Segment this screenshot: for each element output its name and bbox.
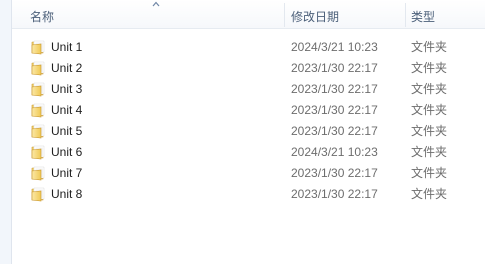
folder-row[interactable]: Unit 2 2023/1/30 22:17 文件夹 <box>12 58 485 79</box>
column-header-bar: 名称 修改日期 类型 <box>12 0 485 29</box>
sort-ascending-icon <box>152 1 160 7</box>
column-header-type[interactable]: 类型 <box>405 0 485 28</box>
folder-name: Unit 7 <box>51 166 83 180</box>
folder-name: Unit 3 <box>51 82 83 96</box>
folder-row[interactable]: Unit 8 2023/1/30 22:17 文件夹 <box>12 184 485 205</box>
folder-icon <box>31 124 45 139</box>
folder-name: Unit 5 <box>51 124 83 138</box>
column-header-name[interactable]: 名称 <box>12 0 284 28</box>
folder-icon <box>31 40 45 55</box>
item-type: 文件夹 <box>411 61 448 75</box>
item-type: 文件夹 <box>411 103 448 117</box>
folder-name: Unit 2 <box>51 61 83 75</box>
item-type: 文件夹 <box>411 40 448 54</box>
folder-icon <box>31 166 45 181</box>
folder-row[interactable]: Unit 1 2024/3/21 10:23 文件夹 <box>12 37 485 58</box>
folder-name: Unit 1 <box>51 40 83 54</box>
column-header-date[interactable]: 修改日期 <box>284 0 405 28</box>
folder-icon <box>31 145 45 160</box>
file-list-view: 名称 修改日期 类型 Unit 1 2024/3/21 10:23 文件夹 Un… <box>0 0 485 264</box>
folder-row[interactable]: Unit 7 2023/1/30 22:17 文件夹 <box>12 163 485 184</box>
modified-date: 2023/1/30 22:17 <box>291 187 378 201</box>
file-list: Unit 1 2024/3/21 10:23 文件夹 Unit 2 2023/1… <box>12 37 485 205</box>
navigation-pane-edge <box>0 0 12 264</box>
folder-icon <box>31 61 45 76</box>
folder-row[interactable]: Unit 5 2023/1/30 22:17 文件夹 <box>12 121 485 142</box>
item-type: 文件夹 <box>411 124 448 138</box>
modified-date: 2023/1/30 22:17 <box>291 124 378 138</box>
item-type: 文件夹 <box>411 145 448 159</box>
modified-date: 2023/1/30 22:17 <box>291 82 378 96</box>
modified-date: 2024/3/21 10:23 <box>291 145 378 159</box>
modified-date: 2023/1/30 22:17 <box>291 103 378 117</box>
folder-icon <box>31 187 45 202</box>
item-type: 文件夹 <box>411 187 448 201</box>
folder-row[interactable]: Unit 6 2024/3/21 10:23 文件夹 <box>12 142 485 163</box>
folder-icon <box>31 82 45 97</box>
folder-name: Unit 6 <box>51 145 83 159</box>
item-type: 文件夹 <box>411 82 448 96</box>
folder-name: Unit 4 <box>51 103 83 117</box>
modified-date: 2023/1/30 22:17 <box>291 166 378 180</box>
item-type: 文件夹 <box>411 166 448 180</box>
folder-row[interactable]: Unit 3 2023/1/30 22:17 文件夹 <box>12 79 485 100</box>
modified-date: 2024/3/21 10:23 <box>291 40 378 54</box>
folder-row[interactable]: Unit 4 2023/1/30 22:17 文件夹 <box>12 100 485 121</box>
folder-name: Unit 8 <box>51 187 83 201</box>
folder-icon <box>31 103 45 118</box>
modified-date: 2023/1/30 22:17 <box>291 61 378 75</box>
